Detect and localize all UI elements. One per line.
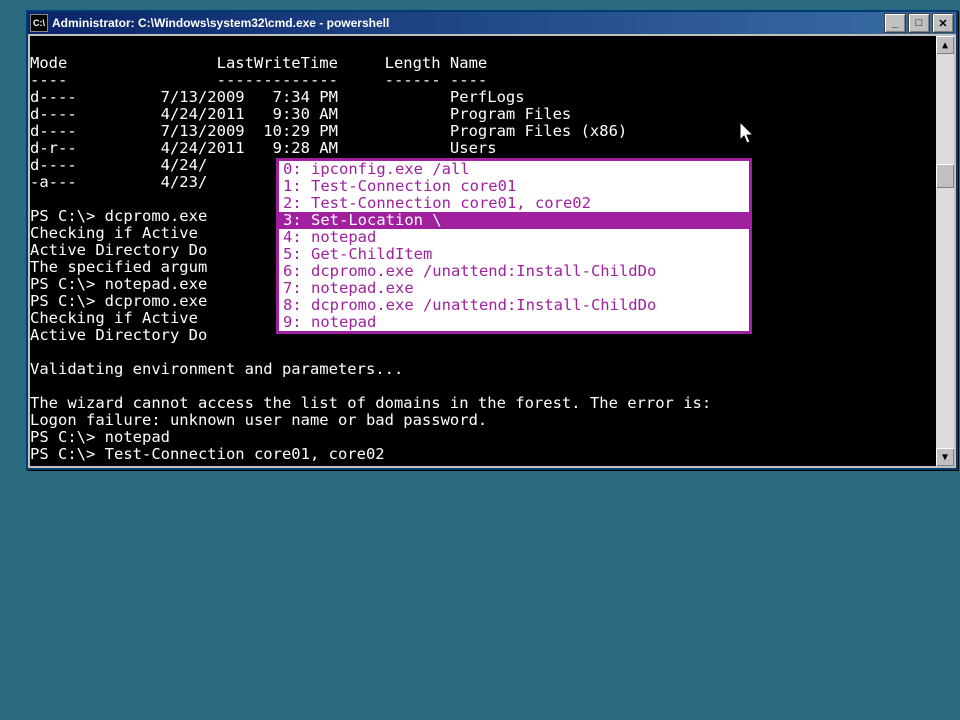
dir-line: d---- 7/13/2009 7:34 PM PerfLogs xyxy=(30,88,525,106)
vertical-scrollbar[interactable]: ▲ ▼ xyxy=(936,36,954,466)
output-line: PS C:\> notepad.exe xyxy=(30,275,207,293)
history-item[interactable]: 8: dcpromo.exe /unattend:Install-ChildDo xyxy=(279,297,749,314)
scroll-down-button[interactable]: ▼ xyxy=(936,448,954,466)
column-header-sep: ---- ------------- ------ ---- xyxy=(30,71,487,89)
history-item[interactable]: 1: Test-Connection core01 xyxy=(279,178,749,195)
output-line: The wizard cannot access the list of dom… xyxy=(30,394,711,412)
output-line: Active Directory Do xyxy=(30,326,207,344)
maximize-button[interactable]: □ xyxy=(908,13,930,33)
window-title: Administrator: C:\Windows\system32\cmd.e… xyxy=(52,16,884,30)
output-line: Validating environment and parameters... xyxy=(30,360,403,378)
history-item[interactable]: 4: notepad xyxy=(279,229,749,246)
terminal-window: C:\ Administrator: C:\Windows\system32\c… xyxy=(26,10,958,470)
scroll-up-button[interactable]: ▲ xyxy=(936,36,954,54)
command-history-popup[interactable]: 0: ipconfig.exe /all 1: Test-Connection … xyxy=(276,158,752,334)
minimize-button[interactable]: _ xyxy=(884,13,906,33)
output-line: PS C:\> notepad xyxy=(30,428,170,446)
close-button[interactable]: ✕ xyxy=(932,13,954,33)
output-line: PS C:\> dcpromo.exe xyxy=(30,207,207,225)
dir-line: d---- 4/24/ xyxy=(30,156,207,174)
history-item[interactable]: 9: notepad xyxy=(279,314,749,331)
history-item-selected[interactable]: 3: Set-Location \ xyxy=(279,212,749,229)
dir-line: d---- 7/13/2009 10:29 PM Program Files (… xyxy=(30,122,627,140)
history-item[interactable]: 5: Get-ChildItem xyxy=(279,246,749,263)
history-item[interactable]: 2: Test-Connection core01, core02 xyxy=(279,195,749,212)
history-item[interactable]: 6: dcpromo.exe /unattend:Install-ChildDo xyxy=(279,263,749,280)
history-item[interactable]: 7: notepad.exe xyxy=(279,280,749,297)
history-item[interactable]: 0: ipconfig.exe /all xyxy=(279,161,749,178)
titlebar[interactable]: C:\ Administrator: C:\Windows\system32\c… xyxy=(28,12,956,34)
output-line: Logon failure: unknown user name or bad … xyxy=(30,411,487,429)
dir-line: d---- 4/24/2011 9:30 AM Program Files xyxy=(30,105,571,123)
cmd-icon: C:\ xyxy=(30,14,48,32)
scroll-thumb[interactable] xyxy=(936,164,954,188)
prompt-line: PS C:\> Test-Connection core01, core02 xyxy=(30,445,385,463)
output-line: PS C:\> dcpromo.exe xyxy=(30,292,207,310)
column-header: Mode LastWriteTime Length Name xyxy=(30,54,487,72)
dir-line: d-r-- 4/24/2011 9:28 AM Users xyxy=(30,139,497,157)
